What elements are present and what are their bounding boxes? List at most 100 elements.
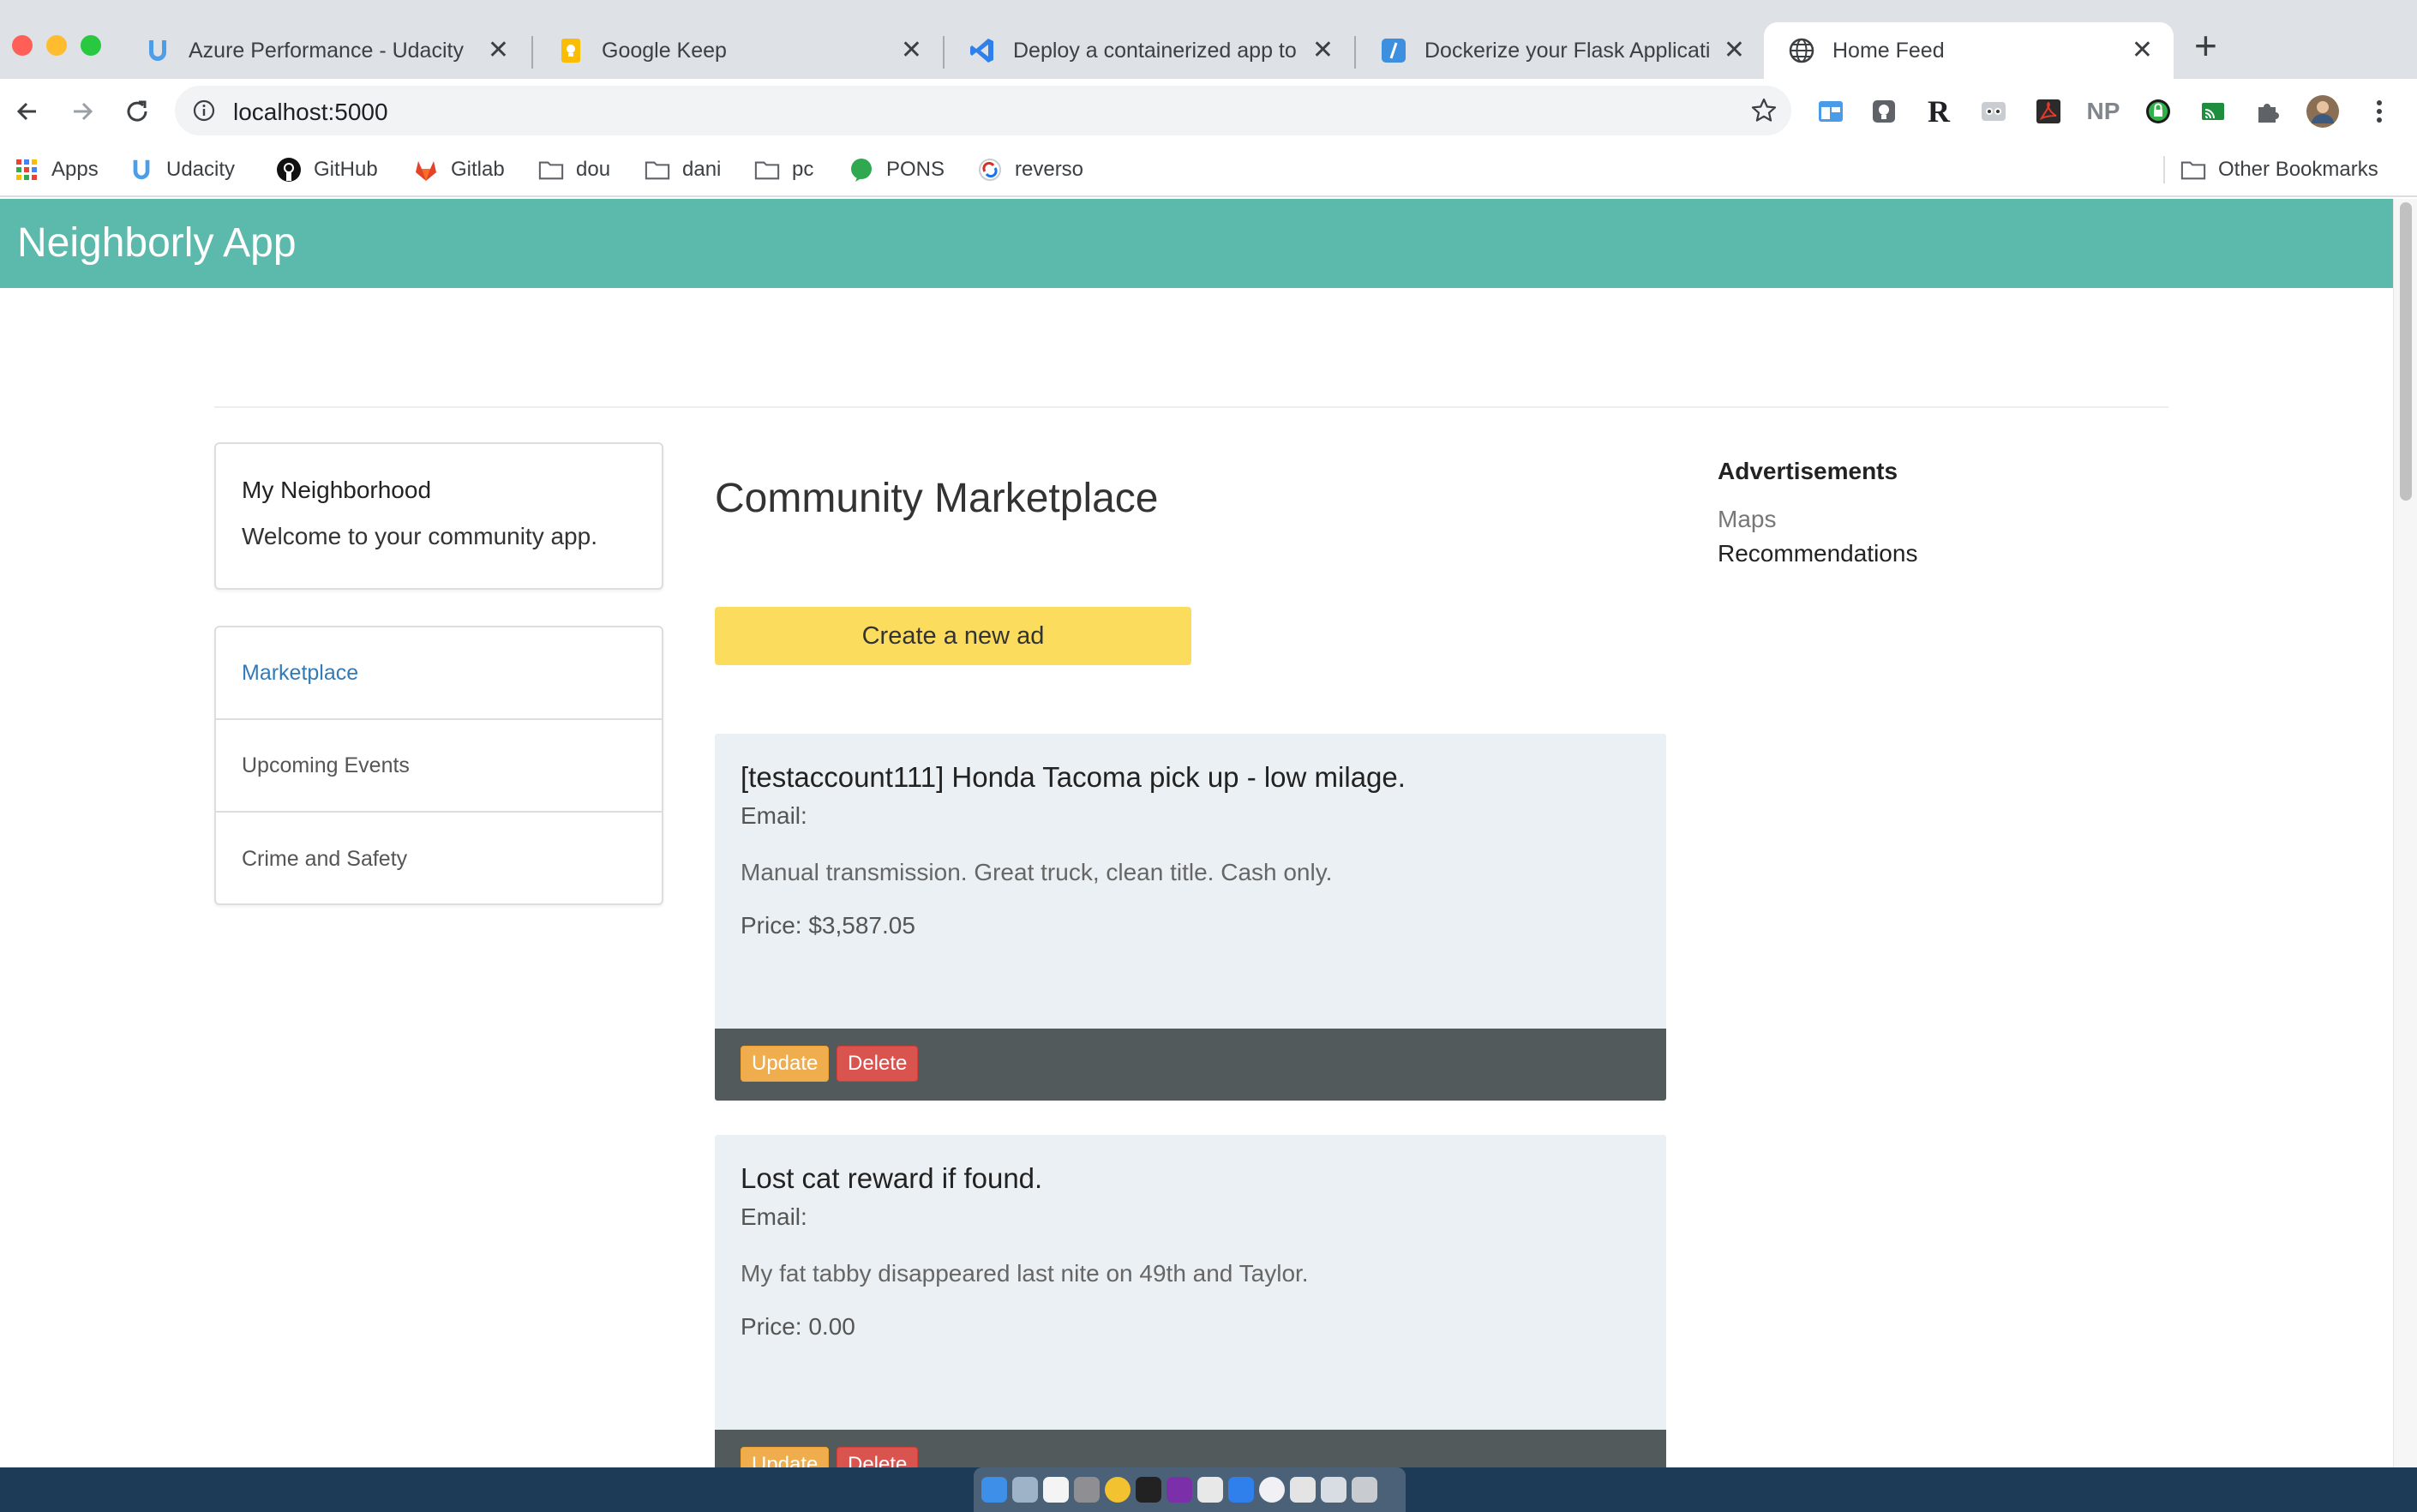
ads-link-maps[interactable]: Maps bbox=[1718, 506, 1776, 533]
bookmark-pons[interactable]: PONS bbox=[849, 153, 945, 187]
advertisements-heading: Advertisements bbox=[1718, 458, 1898, 484]
bookmark-label: Other Bookmarks bbox=[2218, 158, 2378, 181]
nav-item-upcoming-events[interactable]: Upcoming Events bbox=[216, 720, 662, 813]
ads-link-recommendations[interactable]: Recommendations bbox=[1718, 540, 1917, 567]
delete-button[interactable]: Delete bbox=[837, 1447, 919, 1467]
bookmark-other[interactable]: Other Bookmarks bbox=[2180, 153, 2378, 187]
extension-r-icon[interactable]: R bbox=[1922, 94, 1956, 129]
extension-pdf-icon[interactable] bbox=[2031, 94, 2066, 129]
close-tab-icon[interactable]: ✕ bbox=[901, 38, 922, 63]
tab-title: Deploy a containerized app to Azure bbox=[1013, 38, 1298, 63]
downloads-icon[interactable] bbox=[1321, 1477, 1346, 1503]
app-navbar: Neighborly App bbox=[0, 199, 2393, 288]
reload-button[interactable] bbox=[117, 91, 158, 132]
tab-dockerize-flask[interactable]: Dockerize your Flask Application ✕ bbox=[1356, 22, 1766, 79]
update-button[interactable]: Update bbox=[741, 1046, 830, 1082]
zoom-window-button[interactable] bbox=[81, 35, 101, 56]
back-arrow-icon bbox=[16, 102, 36, 121]
browser-menu-icon[interactable] bbox=[2362, 94, 2396, 129]
extension-bulb-icon[interactable] bbox=[1867, 94, 1901, 129]
back-button[interactable] bbox=[7, 91, 48, 132]
bookmark-label: Udacity bbox=[166, 158, 236, 181]
tab-title: Dockerize your Flask Application bbox=[1424, 38, 1710, 63]
tab-azure-performance[interactable]: Azure Performance - Udacity ✕ bbox=[120, 22, 530, 79]
tab-google-keep[interactable]: Google Keep ✕ bbox=[533, 22, 943, 79]
extension-eyes-icon[interactable] bbox=[1976, 94, 2011, 129]
bookmark-apps[interactable]: Apps bbox=[14, 153, 99, 187]
browser-window: Azure Performance - Udacity ✕ Google Kee… bbox=[0, 0, 2417, 1467]
terminal-icon[interactable] bbox=[1136, 1477, 1161, 1503]
extension-np-icon[interactable]: NP bbox=[2086, 94, 2120, 129]
extensions-puzzle-icon[interactable] bbox=[2251, 94, 2285, 129]
new-tab-button[interactable]: + bbox=[2194, 26, 2217, 65]
tab-home-feed[interactable]: Home Feed ✕ bbox=[1764, 22, 2174, 79]
udacity-icon bbox=[129, 157, 154, 183]
bookmark-gitlab[interactable]: Gitlab bbox=[413, 153, 505, 187]
minimize-window-button[interactable] bbox=[46, 35, 67, 56]
star-icon[interactable] bbox=[1750, 97, 1778, 129]
page-viewport: Neighborly App My Neighborhood Welcome t… bbox=[0, 199, 2393, 1467]
udacity-icon bbox=[144, 37, 171, 64]
forward-arrow-icon bbox=[74, 102, 93, 121]
reverso-icon bbox=[977, 157, 1003, 183]
slash-icon bbox=[1380, 37, 1407, 64]
bookmark-label: GitHub bbox=[314, 158, 378, 181]
forward-button[interactable] bbox=[62, 91, 103, 132]
pons-icon bbox=[849, 157, 874, 183]
close-tab-icon[interactable]: ✕ bbox=[488, 38, 509, 63]
bookmark-reverso[interactable]: reverso bbox=[977, 153, 1083, 187]
close-window-button[interactable] bbox=[12, 35, 33, 56]
bookmark-github[interactable]: GitHub bbox=[276, 153, 378, 187]
extension-cast-icon[interactable] bbox=[2196, 94, 2230, 129]
macos-dock bbox=[974, 1467, 1406, 1512]
music-icon[interactable] bbox=[1259, 1477, 1285, 1503]
finder-icon[interactable] bbox=[981, 1477, 1007, 1503]
bookmark-label: PONS bbox=[886, 158, 945, 181]
bookmark-label: Gitlab bbox=[451, 158, 505, 181]
update-button[interactable]: Update bbox=[741, 1447, 830, 1467]
ad-title: [testaccount111] Honda Tacoma pick up - … bbox=[741, 761, 1406, 793]
ad-card: [testaccount111] Honda Tacoma pick up - … bbox=[715, 734, 1666, 1101]
url-text: localhost:5000 bbox=[233, 99, 388, 125]
trash-icon[interactable] bbox=[1352, 1477, 1377, 1503]
document-icon[interactable] bbox=[1290, 1477, 1316, 1503]
folder-icon bbox=[645, 157, 670, 183]
bookmark-udacity[interactable]: Udacity bbox=[129, 153, 235, 187]
ad-body: [testaccount111] Honda Tacoma pick up - … bbox=[715, 734, 1666, 1029]
create-ad-button[interactable]: Create a new ad bbox=[715, 607, 1191, 665]
settings-icon[interactable] bbox=[1074, 1477, 1100, 1503]
brand-link[interactable]: Neighborly App bbox=[17, 219, 297, 267]
profile-avatar[interactable] bbox=[2306, 94, 2340, 129]
close-tab-icon[interactable]: ✕ bbox=[2132, 38, 2153, 63]
reload-icon bbox=[127, 100, 147, 122]
bookmark-dou[interactable]: dou bbox=[538, 153, 610, 187]
info-icon[interactable] bbox=[192, 99, 216, 127]
bookmark-divider bbox=[2163, 156, 2165, 183]
address-bar[interactable]: localhost:5000 bbox=[175, 86, 1791, 135]
onenote-icon[interactable] bbox=[1167, 1477, 1192, 1503]
nav-item-marketplace[interactable]: Marketplace bbox=[216, 627, 662, 720]
bookmark-dani[interactable]: dani bbox=[645, 153, 721, 187]
bookmark-label: dani bbox=[682, 158, 722, 181]
scroll-thumb[interactable] bbox=[2400, 202, 2412, 501]
tab-strip: Azure Performance - Udacity ✕ Google Kee… bbox=[0, 0, 2417, 79]
bookmark-pc[interactable]: pc bbox=[754, 153, 813, 187]
github-icon bbox=[276, 157, 302, 183]
preview-icon[interactable] bbox=[1012, 1477, 1038, 1503]
delete-button[interactable]: Delete bbox=[837, 1046, 919, 1082]
slack-icon[interactable] bbox=[1197, 1477, 1223, 1503]
globe-icon bbox=[1788, 37, 1815, 64]
calendar-icon[interactable] bbox=[1043, 1477, 1069, 1503]
tab-title: Google Keep bbox=[602, 38, 727, 63]
tab-title: Home Feed bbox=[1832, 38, 1945, 63]
vscode-icon[interactable] bbox=[1228, 1477, 1254, 1503]
chrome-icon[interactable] bbox=[1105, 1477, 1131, 1503]
close-tab-icon[interactable]: ✕ bbox=[1724, 38, 1745, 63]
page-scrollbar[interactable] bbox=[2393, 199, 2417, 1467]
apps-grid-icon bbox=[14, 157, 39, 183]
nav-item-crime-and-safety[interactable]: Crime and Safety bbox=[216, 813, 662, 905]
extension-window-icon[interactable] bbox=[1814, 94, 1848, 129]
tab-deploy-containerized[interactable]: Deploy a containerized app to Azure ✕ bbox=[945, 22, 1354, 79]
extension-lock-icon[interactable] bbox=[2141, 94, 2175, 129]
close-tab-icon[interactable]: ✕ bbox=[1312, 38, 1334, 63]
